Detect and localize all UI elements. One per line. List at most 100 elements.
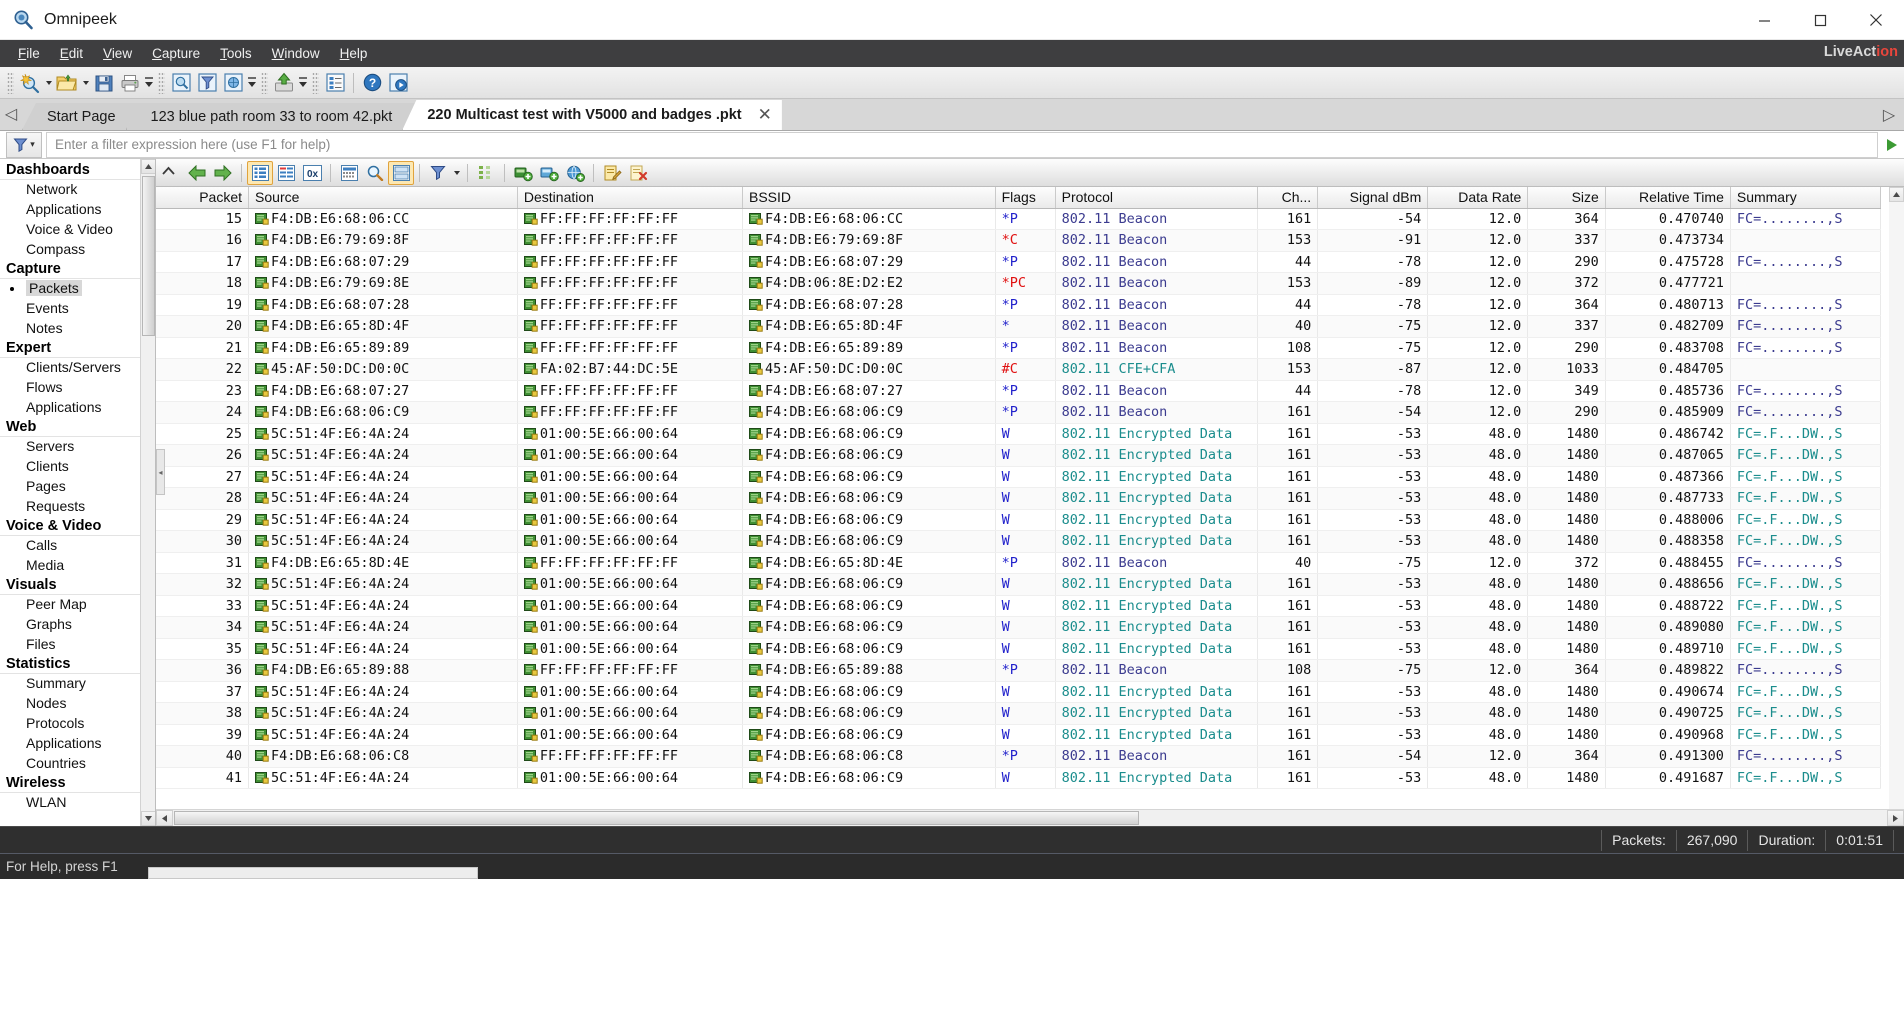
hscroll-right-icon[interactable]: [1887, 810, 1904, 826]
capture-options-icon[interactable]: [168, 70, 194, 96]
packet-scroll-up-icon[interactable]: [1889, 187, 1904, 202]
column-header-protocol[interactable]: Protocol: [1055, 187, 1259, 209]
menu-tools[interactable]: Tools: [210, 43, 262, 64]
decode-view-icon[interactable]: [273, 161, 299, 185]
split-pane-icon[interactable]: [388, 160, 414, 185]
sidebar-item-wlan[interactable]: WLAN: [0, 793, 141, 813]
packet-list-view-icon[interactable]: [247, 160, 273, 185]
column-header-signal[interactable]: Signal dBm: [1317, 187, 1429, 209]
tab-scroll-right-icon[interactable]: ▷: [1878, 99, 1900, 131]
packet-table-icon[interactable]: [336, 161, 362, 185]
table-row[interactable]: 22 45:AF:50:DC:D0:0C FA:02:B7:44:DC:5E 45:A…: [156, 358, 1882, 381]
table-row[interactable]: 26 5C:51:4F:E6:4A:24 01:00:5E:66:00:64 F4:D…: [156, 444, 1882, 467]
taskbar-window-stub[interactable]: [148, 867, 478, 879]
tab-220-multicast-test[interactable]: 220 Multicast test with V5000 and badges…: [402, 100, 782, 130]
toolbar-grip[interactable]: [7, 71, 14, 94]
save-file-icon[interactable]: [91, 70, 117, 96]
menu-file[interactable]: File: [8, 43, 50, 64]
tab-scroll-left-icon[interactable]: ◁: [0, 98, 22, 130]
print-icon[interactable]: [117, 70, 143, 96]
close-button[interactable]: [1848, 0, 1904, 40]
sidebar-item-files[interactable]: Files: [0, 635, 141, 655]
table-row[interactable]: 36 F4:DB:E6:65:89:88 FF:FF:FF:FF:FF:FF F4:D…: [156, 659, 1882, 682]
table-row[interactable]: 41 5C:51:4F:E6:4A:24 01:00:5E:66:00:64 F4:D…: [156, 767, 1882, 789]
column-header-rate[interactable]: Data Rate: [1427, 187, 1529, 209]
column-header-channel[interactable]: Ch...: [1257, 187, 1319, 209]
filter-menu-button[interactable]: ▾: [6, 131, 42, 158]
table-row[interactable]: 21 F4:DB:E6:65:89:89 FF:FF:FF:FF:FF:FF F4:D…: [156, 337, 1882, 359]
column-header-dest[interactable]: Destination: [517, 187, 743, 209]
hscroll-thumb[interactable]: [174, 811, 1139, 825]
globe-name-icon[interactable]: [562, 161, 588, 185]
sidebar-item-countries[interactable]: Countries: [0, 754, 141, 774]
table-row[interactable]: 16 F4:DB:E6:79:69:8F FF:FF:FF:FF:FF:FF F4:D…: [156, 229, 1882, 252]
sidebar-scroll-thumb[interactable]: [142, 176, 155, 336]
table-row[interactable]: 15 F4:DB:E6:68:06:CC FF:FF:FF:FF:FF:FF F4:D…: [156, 208, 1882, 230]
column-header-size[interactable]: Size: [1527, 187, 1606, 209]
sidebar-item-network[interactable]: Network: [0, 180, 141, 200]
table-row[interactable]: 19 F4:DB:E6:68:07:28 FF:FF:FF:FF:FF:FF F4:D…: [156, 294, 1882, 316]
toolbar-overflow-1-icon[interactable]: [143, 71, 155, 95]
table-row[interactable]: 27 5C:51:4F:E6:4A:24 01:00:5E:66:00:64 F4:D…: [156, 466, 1882, 488]
sidebar-item-events[interactable]: Events: [0, 299, 141, 319]
next-packet-icon[interactable]: [210, 161, 236, 185]
table-row[interactable]: 23 F4:DB:E6:68:07:27 FF:FF:FF:FF:FF:FF F4:D…: [156, 380, 1882, 402]
open-file-icon[interactable]: [54, 70, 80, 96]
filter-apply-icon[interactable]: [1880, 132, 1904, 158]
sidebar-item-summary[interactable]: Summary: [0, 674, 141, 694]
toolbar-grip-4[interactable]: [312, 71, 319, 94]
filters-icon[interactable]: [194, 70, 220, 96]
sidebar-item-applications[interactable]: Applications: [0, 734, 141, 754]
table-row[interactable]: 31 F4:DB:E6:65:8D:4E FF:FF:FF:FF:FF:FF F4:D…: [156, 552, 1882, 574]
filter-dropdown-icon[interactable]: [451, 161, 462, 185]
minimize-button[interactable]: [1736, 0, 1792, 40]
packet-vertical-scrollbar[interactable]: [1889, 187, 1904, 809]
column-settings-icon[interactable]: [473, 161, 499, 185]
sidebar-item-clients[interactable]: Clients: [0, 457, 141, 477]
filter-dropdown-caret-icon[interactable]: ▾: [30, 139, 35, 150]
sidebar-item-clients-servers[interactable]: Clients/Servers: [0, 358, 141, 378]
open-file-dropdown-icon[interactable]: [80, 71, 91, 95]
chevron-up-icon[interactable]: [162, 163, 175, 180]
pane-splitter-handle[interactable]: ◂: [156, 449, 165, 495]
table-row[interactable]: 33 5C:51:4F:E6:4A:24 01:00:5E:66:00:64 F4:D…: [156, 595, 1882, 617]
sidebar-item-applications[interactable]: Applications: [0, 398, 141, 418]
toolbar-overflow-3-icon[interactable]: [297, 71, 309, 95]
sidebar-item-nodes[interactable]: Nodes: [0, 694, 141, 714]
table-row[interactable]: 18 F4:DB:E6:79:69:8E FF:FF:FF:FF:FF:FF F4:D…: [156, 272, 1882, 295]
sidebar-item-protocols[interactable]: Protocols: [0, 714, 141, 734]
find-icon[interactable]: [362, 161, 388, 185]
table-row[interactable]: 39 5C:51:4F:E6:4A:24 01:00:5E:66:00:64 F4:D…: [156, 724, 1882, 746]
new-capture-icon[interactable]: [17, 70, 43, 96]
sidebar-item-compass[interactable]: Compass: [0, 240, 141, 260]
decode-icon[interactable]: [220, 70, 246, 96]
filter-expression-input[interactable]: Enter a filter expression here (use F1 f…: [46, 131, 1878, 158]
packet-horizontal-scrollbar[interactable]: [156, 809, 1904, 826]
table-row[interactable]: 17 F4:DB:E6:68:07:29 FF:FF:FF:FF:FF:FF F4:D…: [156, 251, 1882, 273]
edit-note-icon[interactable]: [599, 161, 625, 185]
sidebar-item-graphs[interactable]: Graphs: [0, 615, 141, 635]
sidebar-scroll-down-icon[interactable]: [141, 811, 155, 826]
sidebar-item-flows[interactable]: Flows: [0, 378, 141, 398]
insert-node-icon[interactable]: [510, 161, 536, 185]
sidebar-item-notes[interactable]: Notes: [0, 319, 141, 339]
sidebar-item-applications[interactable]: Applications: [0, 200, 141, 220]
sidebar-scroll-up-icon[interactable]: [141, 159, 155, 174]
help-icon[interactable]: ?: [359, 70, 385, 96]
sidebar-scrollbar[interactable]: [140, 159, 155, 826]
column-header-source[interactable]: Source: [248, 187, 518, 209]
sidebar-item-pages[interactable]: Pages: [0, 477, 141, 497]
table-row[interactable]: 24 F4:DB:E6:68:06:C9 FF:FF:FF:FF:FF:FF F4:D…: [156, 401, 1882, 424]
column-header-summary[interactable]: Summary: [1730, 187, 1882, 209]
sidebar-item-servers[interactable]: Servers: [0, 437, 141, 457]
hscroll-left-icon[interactable]: [156, 810, 173, 826]
prev-packet-icon[interactable]: [184, 161, 210, 185]
menu-help[interactable]: Help: [330, 43, 378, 64]
column-header-packet[interactable]: Packet: [156, 187, 250, 209]
table-row[interactable]: 37 5C:51:4F:E6:4A:24 01:00:5E:66:00:64 F4:D…: [156, 681, 1882, 703]
menu-view[interactable]: View: [93, 43, 142, 64]
column-header-bssid[interactable]: BSSID: [742, 187, 996, 209]
tab-start-page[interactable]: Start Page: [22, 103, 140, 130]
menu-edit[interactable]: Edit: [50, 43, 93, 64]
send-packets-icon[interactable]: [271, 70, 297, 96]
